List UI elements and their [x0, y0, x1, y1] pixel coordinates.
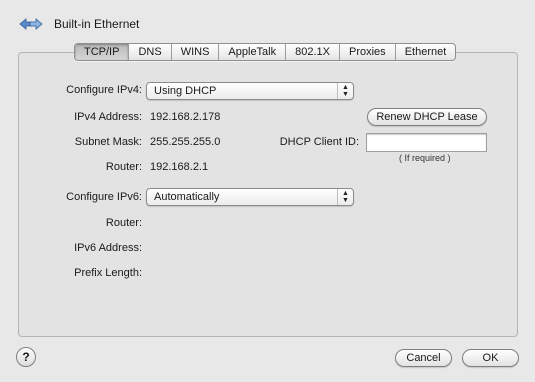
subnet-mask-label: Subnet Mask:	[74, 136, 142, 148]
configure-ipv4-popup[interactable]: Using DHCP ▲ ▼	[146, 82, 354, 100]
ipv4-router-label: Router:	[105, 161, 142, 173]
network-arrows-icon	[18, 15, 44, 33]
ipv4-router-value: 192.168.2.1	[150, 161, 209, 173]
prefix-length-label: Prefix Length:	[74, 267, 142, 279]
help-button[interactable]: ?	[16, 347, 36, 367]
dhcp-client-id-hint: ( If required )	[399, 153, 451, 163]
subnet-mask-value: 255.255.255.0	[150, 136, 221, 148]
ok-button[interactable]: OK	[462, 349, 519, 367]
window-title: Built-in Ethernet	[54, 17, 140, 31]
ipv6-address-label: IPv6 Address:	[74, 242, 142, 254]
ipv4-address-value: 192.168.2.178	[150, 111, 221, 123]
popup-arrows-icon: ▲ ▼	[337, 189, 353, 205]
popup-arrows-icon: ▲ ▼	[337, 83, 353, 99]
configure-ipv4-value: Using DHCP	[154, 85, 217, 97]
configure-ipv4-label: Configure IPv4:	[66, 84, 142, 96]
tab-ethernet[interactable]: Ethernet	[396, 44, 456, 60]
dhcp-client-id-label: DHCP Client ID:	[279, 136, 359, 148]
cancel-button[interactable]: Cancel	[395, 349, 452, 367]
ipv4-address-label: IPv4 Address:	[74, 111, 142, 123]
tab-dns[interactable]: DNS	[129, 44, 172, 60]
tab-bar: TCP/IP DNS WINS AppleTalk 802.1X Proxies…	[74, 43, 457, 61]
configure-ipv6-label: Configure IPv6:	[66, 191, 142, 203]
tab-tcpip[interactable]: TCP/IP	[75, 44, 130, 60]
window-titlebar: Built-in Ethernet	[18, 14, 139, 34]
configure-ipv6-value: Automatically	[154, 191, 220, 203]
dhcp-client-id-field[interactable]	[366, 133, 487, 152]
tab-8021x[interactable]: 802.1X	[286, 44, 340, 60]
renew-dhcp-lease-button[interactable]: Renew DHCP Lease	[367, 108, 487, 126]
configure-ipv6-popup[interactable]: Automatically ▲ ▼	[146, 188, 354, 206]
ipv6-router-label: Router:	[105, 217, 142, 229]
tab-appletalk[interactable]: AppleTalk	[219, 44, 287, 60]
tab-wins[interactable]: WINS	[172, 44, 220, 60]
tab-proxies[interactable]: Proxies	[340, 44, 396, 60]
